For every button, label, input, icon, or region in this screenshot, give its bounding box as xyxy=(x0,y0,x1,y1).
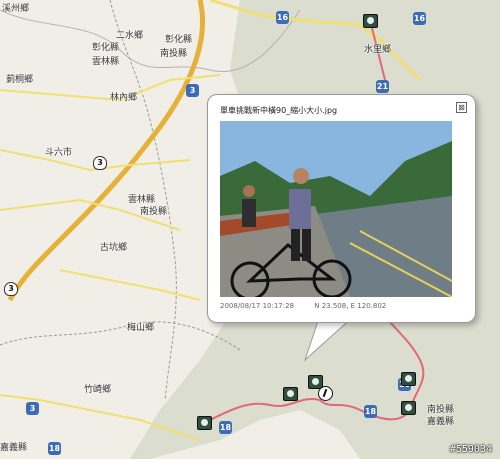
photo-rider-leg xyxy=(302,229,311,261)
camera-icon[interactable] xyxy=(197,416,212,430)
camera-icon[interactable] xyxy=(401,372,416,386)
place-label: 雲林縣 xyxy=(92,57,120,67)
place-label: 南投縣 xyxy=(160,49,188,59)
watermark: #559034 xyxy=(449,444,492,455)
road-shield: 18 xyxy=(219,421,232,434)
place-label: 彰化縣 xyxy=(165,35,193,45)
place-label: 梅山鄉 xyxy=(127,323,155,333)
place-label: 二水鄉 xyxy=(116,31,144,41)
photo-rider-shirt xyxy=(289,189,311,229)
camera-icon[interactable] xyxy=(283,387,298,401)
place-label: 南投縣 xyxy=(140,207,168,217)
photo-rider-head xyxy=(293,168,309,184)
place-label: 水里鄉 xyxy=(364,45,392,55)
camera-icon[interactable] xyxy=(363,14,378,28)
place-label: 溪州鄉 xyxy=(2,4,30,14)
popup-photo[interactable] xyxy=(220,121,452,297)
road-shield: 16 xyxy=(413,12,426,25)
road-shield: 21 xyxy=(376,80,389,93)
photo-timestamp: 2008/08/17 10:17:28 xyxy=(220,302,295,310)
close-icon[interactable]: ⊠ xyxy=(456,102,467,113)
road-shield: 3 xyxy=(186,84,199,97)
place-label: 斗六市 xyxy=(45,148,73,158)
place-label: 嘉義縣 xyxy=(0,443,28,453)
camera-icon[interactable] xyxy=(401,401,416,415)
road-shield: 18 xyxy=(48,442,61,455)
photo-person-bg xyxy=(242,199,256,227)
road-shield: 16 xyxy=(276,11,289,24)
road-shield: 3 xyxy=(4,282,18,296)
photo-rider-leg xyxy=(291,229,300,261)
place-label: 古坑鄉 xyxy=(100,243,128,253)
place-label: 彰化縣 xyxy=(92,43,120,53)
bicycle-icon[interactable] xyxy=(318,386,333,401)
place-label: 林內鄉 xyxy=(110,93,138,103)
place-label: 竹崎鄉 xyxy=(84,385,112,395)
place-label: 嘉義縣 xyxy=(427,417,455,427)
photo-popup: 單車挑戰新中橫90_縮小大小.jpg ⊠ 2008/08/17 10:17:28… xyxy=(207,94,476,323)
popup-caption: 2008/08/17 10:17:28 N 23.508, E 120.802 xyxy=(220,302,404,310)
photo-person-head xyxy=(243,185,255,197)
photo-coordinates: N 23.508, E 120.802 xyxy=(314,302,387,310)
popup-title: 單車挑戰新中橫90_縮小大小.jpg xyxy=(220,106,338,115)
road-shield: 18 xyxy=(364,405,377,418)
road-shield: 3 xyxy=(26,402,39,415)
road-shield: 3 xyxy=(93,156,107,170)
photo-scene xyxy=(220,121,452,297)
place-label: 莿桐鄉 xyxy=(6,75,34,85)
